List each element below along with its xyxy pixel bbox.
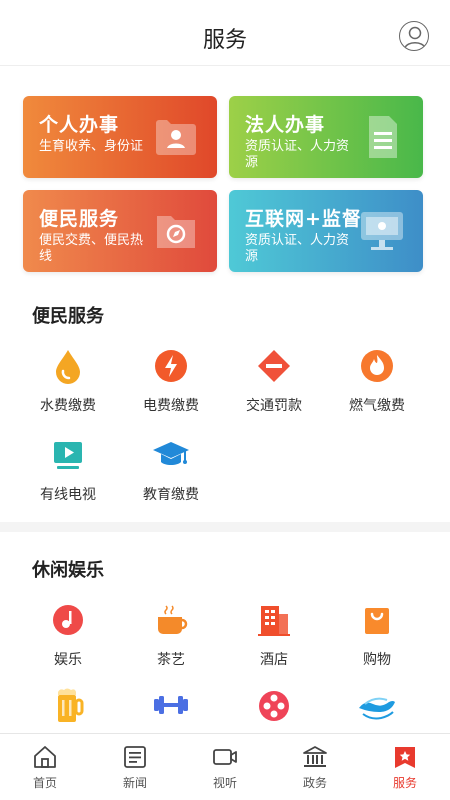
grid-item-label: 交通罚款 — [246, 398, 302, 414]
tab-label: 首页 — [32, 776, 57, 790]
grid-item-label: 燃气缴费 — [349, 398, 405, 414]
tab-label: 视听 — [212, 776, 237, 790]
grid-item-shopping[interactable]: 购物 — [327, 600, 427, 669]
tea-cup-icon — [151, 600, 191, 640]
folder-icon — [153, 210, 199, 252]
news-icon — [122, 744, 148, 770]
card-subtitle: 资质认证、人力资源 — [245, 139, 350, 170]
id-card-icon — [153, 116, 199, 158]
monitor-icon — [359, 210, 405, 252]
tab-services[interactable]: 服务 — [360, 734, 450, 800]
grid-item-tea-art[interactable]: 茶艺 — [121, 600, 221, 669]
card-subtitle: 资质认证、人力资源 — [245, 233, 350, 264]
user-circle-icon[interactable] — [399, 21, 429, 51]
card-title: 法人办事 — [245, 114, 326, 136]
lightning-icon — [151, 346, 191, 386]
grid-item-swimming[interactable] — [327, 684, 427, 733]
shopping-bag-icon — [357, 600, 397, 640]
section-divider — [0, 522, 450, 532]
grid-item-label: 酒店 — [260, 652, 288, 668]
card-personal-affairs[interactable]: 个人办事 生育收养、身份证 — [23, 96, 217, 178]
card-internet-supervision[interactable]: 互联网+监督 资质认证、人力资源 — [229, 190, 423, 272]
grid-item-label: 有线电视 — [40, 487, 96, 503]
government-icon — [302, 744, 328, 770]
grid-item-label: 水费缴费 — [40, 398, 96, 414]
tv-icon — [48, 435, 88, 475]
tab-news[interactable]: 新闻 — [90, 734, 180, 800]
grid-item-traffic-fine[interactable]: 交通罚款 — [224, 346, 324, 415]
grid-item-label: 教育缴费 — [143, 487, 199, 503]
grid-item-electricity-fee[interactable]: 电费缴费 — [121, 346, 221, 415]
grid-item-label: 购物 — [363, 652, 391, 668]
grid-item-entertainment[interactable]: 娱乐 — [18, 600, 118, 669]
grid-item-bar[interactable] — [18, 684, 118, 733]
tab-audiovisual[interactable]: 视听 — [180, 734, 270, 800]
home-icon — [32, 744, 58, 770]
beer-mug-icon — [48, 684, 88, 724]
card-convenience-services[interactable]: 便民服务 便民交费、便民热线 — [23, 190, 217, 272]
bottom-tab-bar: 首页 新闻 视听 政务 服务 — [0, 733, 450, 800]
card-title: 个人办事 — [39, 114, 120, 136]
tab-government[interactable]: 政务 — [270, 734, 360, 800]
section-title-leisure: 休闲娱乐 — [32, 560, 104, 581]
music-note-icon — [48, 600, 88, 640]
grid-item-water-fee[interactable]: 水费缴费 — [18, 346, 118, 415]
tab-label: 服务 — [392, 776, 417, 790]
grid-item-education-fee[interactable]: 教育缴费 — [121, 435, 221, 504]
grid-item-label: 娱乐 — [54, 652, 82, 668]
grid-item-fitness[interactable] — [121, 684, 221, 733]
swimming-icon — [357, 684, 397, 724]
dumbbell-icon — [151, 684, 191, 724]
grid-item-cable-tv[interactable]: 有线电视 — [18, 435, 118, 504]
no-entry-icon — [254, 346, 294, 386]
graduation-cap-icon — [151, 435, 191, 475]
card-legal-entity-affairs[interactable]: 法人办事 资质认证、人力资源 — [229, 96, 423, 178]
grid-item-label: 电费缴费 — [143, 398, 199, 414]
grid-item-hotel[interactable]: 酒店 — [224, 600, 324, 669]
tab-label: 政务 — [302, 776, 327, 790]
service-bookmark-icon — [392, 744, 418, 770]
video-icon — [212, 744, 238, 770]
card-title: 便民服务 — [39, 208, 120, 230]
section-title-convenience: 便民服务 — [32, 306, 104, 327]
hotel-building-icon — [254, 600, 294, 640]
grid-item-label: 茶艺 — [157, 652, 185, 668]
card-subtitle: 便民交费、便民热线 — [39, 233, 144, 264]
app-header: 服务 — [0, 0, 450, 66]
tab-label: 新闻 — [122, 776, 147, 790]
card-title: 互联网+监督 — [245, 208, 362, 230]
document-icon — [359, 116, 405, 158]
grid-item-movie[interactable] — [224, 684, 324, 733]
card-subtitle: 生育收养、身份证 — [39, 139, 144, 154]
page-title: 服务 — [202, 28, 247, 53]
grid-item-gas-fee[interactable]: 燃气缴费 — [327, 346, 427, 415]
film-reel-icon — [254, 684, 294, 724]
flame-icon — [357, 346, 397, 386]
water-drop-icon — [48, 346, 88, 386]
tab-home[interactable]: 首页 — [0, 734, 90, 800]
